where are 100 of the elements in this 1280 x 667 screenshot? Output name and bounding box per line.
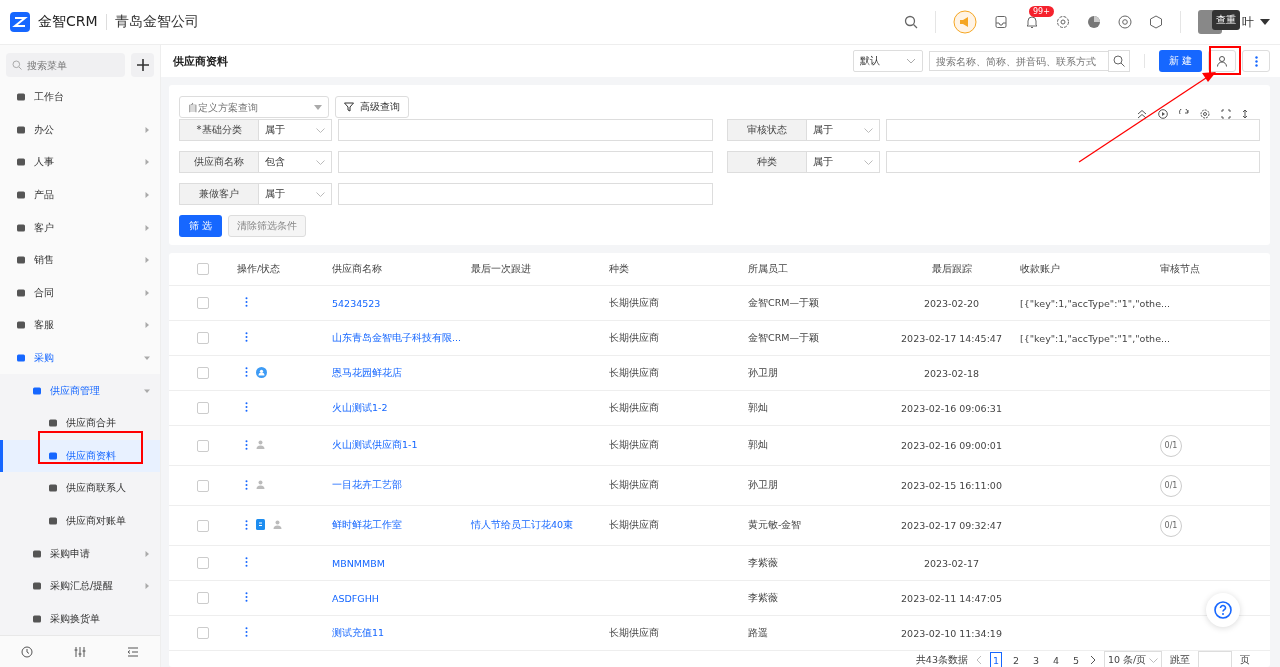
table-cell: 路遥: [748, 626, 768, 638]
supplier-name-link[interactable]: 鲜时鲜花工作室: [332, 519, 402, 530]
collapse-menu-icon[interactable]: [127, 645, 140, 658]
row-actions-icon[interactable]: [245, 402, 248, 412]
operator-select[interactable]: 属于: [259, 183, 332, 205]
settings-icon[interactable]: [1056, 15, 1070, 29]
page-button[interactable]: 2: [1010, 652, 1022, 667]
scheme-select[interactable]: 自定义方案查询: [186, 97, 314, 117]
row-actions-icon[interactable]: [245, 592, 248, 602]
row-checkbox[interactable]: [196, 627, 209, 640]
operator-select[interactable]: 属于: [806, 119, 880, 141]
supplier-name-link[interactable]: MBNMMBM: [332, 557, 385, 569]
menu-item[interactable]: 采购换货单: [0, 602, 160, 636]
menu-item[interactable]: 采购汇总/提醒: [0, 569, 160, 603]
menu-item[interactable]: 办公: [0, 113, 160, 147]
followup-link[interactable]: 情人节给员工订花40束: [471, 519, 574, 530]
caret-icon[interactable]: [1260, 19, 1270, 25]
menu-item[interactable]: 采购: [0, 341, 160, 375]
bell-icon[interactable]: [1025, 15, 1039, 29]
row-checkbox[interactable]: [196, 479, 209, 492]
page-button[interactable]: 3: [1030, 652, 1042, 667]
hexagon-icon[interactable]: [1149, 15, 1163, 29]
menu-item[interactable]: 客户: [0, 211, 160, 244]
history-icon[interactable]: [20, 645, 33, 658]
supplier-name-link[interactable]: 山东青岛金智电子科技有限...: [332, 331, 462, 343]
row-actions-icon[interactable]: [245, 479, 248, 490]
table-cell: 2023-02-17: [923, 557, 980, 569]
operator-select[interactable]: 属于: [259, 119, 332, 141]
menu-item[interactable]: 供应商管理: [0, 374, 160, 407]
page-button[interactable]: 1: [989, 652, 1002, 667]
menu-item[interactable]: 人事: [0, 146, 160, 179]
supplier-name-link[interactable]: 火山测试供应商1-1: [332, 439, 418, 450]
filter-input[interactable]: [338, 183, 713, 205]
row-actions-icon[interactable]: [245, 332, 248, 342]
row-checkbox[interactable]: [196, 519, 209, 532]
supplier-name-link[interactable]: 火山测试1-2: [332, 401, 388, 413]
scheme-select[interactable]: 自定义方案查询: [179, 96, 329, 118]
row-height-icon[interactable]: [1242, 109, 1248, 119]
search-icon[interactable]: [904, 15, 918, 29]
pie-chart-icon[interactable]: [1087, 15, 1101, 29]
supplier-name-link[interactable]: 一目花卉工艺部: [332, 479, 402, 490]
filter-input[interactable]: [885, 151, 1260, 173]
fullscreen-icon[interactable]: [1221, 109, 1231, 119]
row-checkbox[interactable]: [196, 402, 209, 415]
settings-icon[interactable]: [1200, 109, 1210, 119]
menu-item[interactable]: 客服: [0, 309, 160, 342]
row-checkbox[interactable]: [196, 297, 209, 310]
page-jump-input[interactable]: [1198, 651, 1232, 667]
sliders-icon[interactable]: [74, 645, 86, 658]
menu-search-field[interactable]: 搜索菜单: [6, 53, 125, 77]
advanced-query-button[interactable]: 高级查询: [335, 96, 409, 118]
menu-item[interactable]: 工作台: [0, 81, 160, 114]
menu-item[interactable]: 供应商对账单: [0, 504, 160, 538]
row-actions-icon[interactable]: [245, 297, 248, 307]
supplier-name-link[interactable]: 54234523: [332, 297, 381, 309]
collapse-icon[interactable]: [1137, 109, 1147, 119]
supplier-name-link[interactable]: ASDFGHH: [332, 592, 379, 604]
supplier-name-link[interactable]: 测试充值11: [332, 626, 385, 638]
view-select[interactable]: 默认: [852, 50, 923, 72]
operator-select[interactable]: 包含: [259, 151, 332, 173]
add-button[interactable]: [131, 53, 154, 77]
page-title: 供应商资料: [173, 53, 228, 69]
inbox-icon[interactable]: [994, 15, 1008, 29]
new-button[interactable]: 新 建: [1158, 50, 1202, 72]
page-button[interactable]: 5: [1070, 652, 1082, 667]
play-circle-icon[interactable]: [1158, 109, 1168, 119]
page-button[interactable]: 4: [1050, 652, 1062, 667]
row-actions-icon[interactable]: [245, 557, 248, 567]
menu-item[interactable]: 合同: [0, 276, 160, 310]
search-field[interactable]: 搜索名称、简称、拼音码、联系方式: [928, 51, 1109, 71]
row-actions-icon[interactable]: [245, 627, 248, 637]
row-checkbox[interactable]: [196, 439, 209, 452]
supplier-name-link[interactable]: 恩马花园鲜花店: [332, 366, 402, 378]
menu-item[interactable]: 供应商联系人: [0, 472, 160, 505]
select-all-checkbox[interactable]: [196, 263, 209, 276]
more-button[interactable]: [1242, 50, 1270, 72]
operator-select[interactable]: 属于: [806, 151, 880, 173]
search-button[interactable]: [1107, 50, 1130, 72]
menu-item[interactable]: 销售: [0, 243, 160, 277]
filter-input[interactable]: [338, 119, 713, 141]
menu-item[interactable]: 采购申请: [0, 537, 160, 570]
filter-input[interactable]: [338, 151, 713, 173]
browser-icon[interactable]: [1118, 15, 1132, 29]
row-checkbox[interactable]: [196, 332, 209, 345]
duplicate-check-button[interactable]: [1208, 50, 1236, 72]
next-page-icon[interactable]: [1090, 655, 1096, 665]
row-actions-icon[interactable]: [245, 367, 248, 378]
row-checkbox[interactable]: [196, 557, 209, 570]
filter-button[interactable]: 筛 选: [179, 215, 223, 237]
filter-input[interactable]: [885, 119, 1260, 141]
chevron-down-icon: [863, 127, 873, 133]
row-checkbox[interactable]: [196, 592, 209, 605]
row-checkbox[interactable]: [196, 367, 209, 380]
page-size-select[interactable]: 10 条/页: [1104, 651, 1162, 667]
table-cell: 孙卫朋: [748, 366, 778, 378]
row-actions-icon[interactable]: [245, 519, 248, 530]
menu-search-field[interactable]: 搜索菜单: [25, 54, 119, 76]
megaphone-icon[interactable]: [953, 10, 977, 34]
row-actions-icon[interactable]: [245, 439, 248, 450]
menu-item[interactable]: 产品: [0, 178, 160, 212]
